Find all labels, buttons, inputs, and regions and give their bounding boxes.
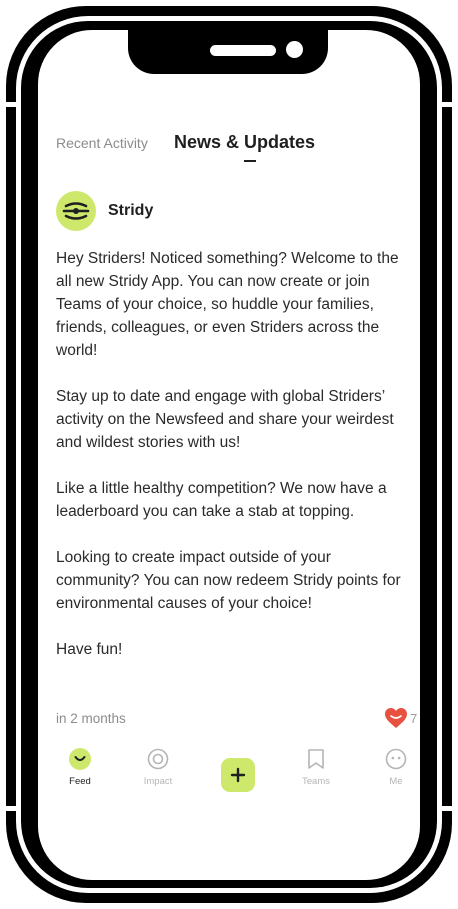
phone-screen: Recent Activity News & Updates Stridy He…	[38, 30, 420, 880]
like-button[interactable]: 7	[384, 707, 417, 729]
phone-notch	[128, 30, 328, 74]
active-tab-indicator	[244, 160, 256, 162]
bottom-navigation: Feed Impact Teams Me	[38, 748, 420, 808]
post-timestamp: in 2 months	[56, 711, 126, 726]
frame-antenna-line	[440, 102, 452, 107]
frame-antenna-line	[6, 102, 18, 107]
feed-smile-icon	[69, 748, 91, 770]
heart-icon	[385, 708, 407, 728]
screenshot-stage: Recent Activity News & Updates Stridy He…	[0, 0, 458, 909]
post-author[interactable]: Stridy	[56, 190, 153, 232]
tab-news-updates[interactable]: News & Updates	[174, 132, 315, 153]
author-name: Stridy	[108, 202, 154, 219]
frame-antenna-line	[6, 806, 18, 811]
plus-icon	[230, 767, 246, 783]
post-paragraph: Looking to create impact outside of your…	[56, 549, 401, 612]
teams-bookmark-icon	[308, 749, 324, 769]
post-paragraph: Have fun!	[56, 641, 123, 658]
tab-recent-activity[interactable]: Recent Activity	[56, 135, 148, 151]
impact-target-icon	[147, 748, 169, 770]
speaker-grille	[210, 45, 276, 56]
nav-me[interactable]: Me	[366, 748, 420, 787]
nav-feed[interactable]: Feed	[50, 748, 110, 787]
post-body: Hey Striders! Noticed something? Welcome…	[56, 247, 404, 684]
nav-teams-label: Teams	[302, 776, 330, 787]
post-paragraph: Hey Striders! Noticed something? Welcome…	[56, 250, 399, 359]
me-face-icon	[385, 748, 407, 770]
front-camera	[286, 41, 303, 58]
add-button[interactable]	[221, 758, 255, 792]
nav-teams[interactable]: Teams	[286, 748, 346, 787]
feed-tabs: Recent Activity News & Updates	[56, 130, 396, 170]
nav-impact-label: Impact	[143, 776, 173, 787]
nav-me-label: Me	[389, 776, 403, 787]
post-paragraph: Stay up to date and engage with global S…	[56, 388, 394, 451]
nav-feed-label: Feed	[69, 776, 91, 787]
post-paragraph: Like a little healthy competition? We no…	[56, 480, 387, 520]
like-count: 7	[410, 710, 418, 726]
stridy-logo-avatar	[56, 191, 96, 231]
frame-antenna-line	[440, 806, 452, 811]
stridy-logo-icon	[62, 202, 90, 220]
nav-impact[interactable]: Impact	[128, 748, 188, 787]
